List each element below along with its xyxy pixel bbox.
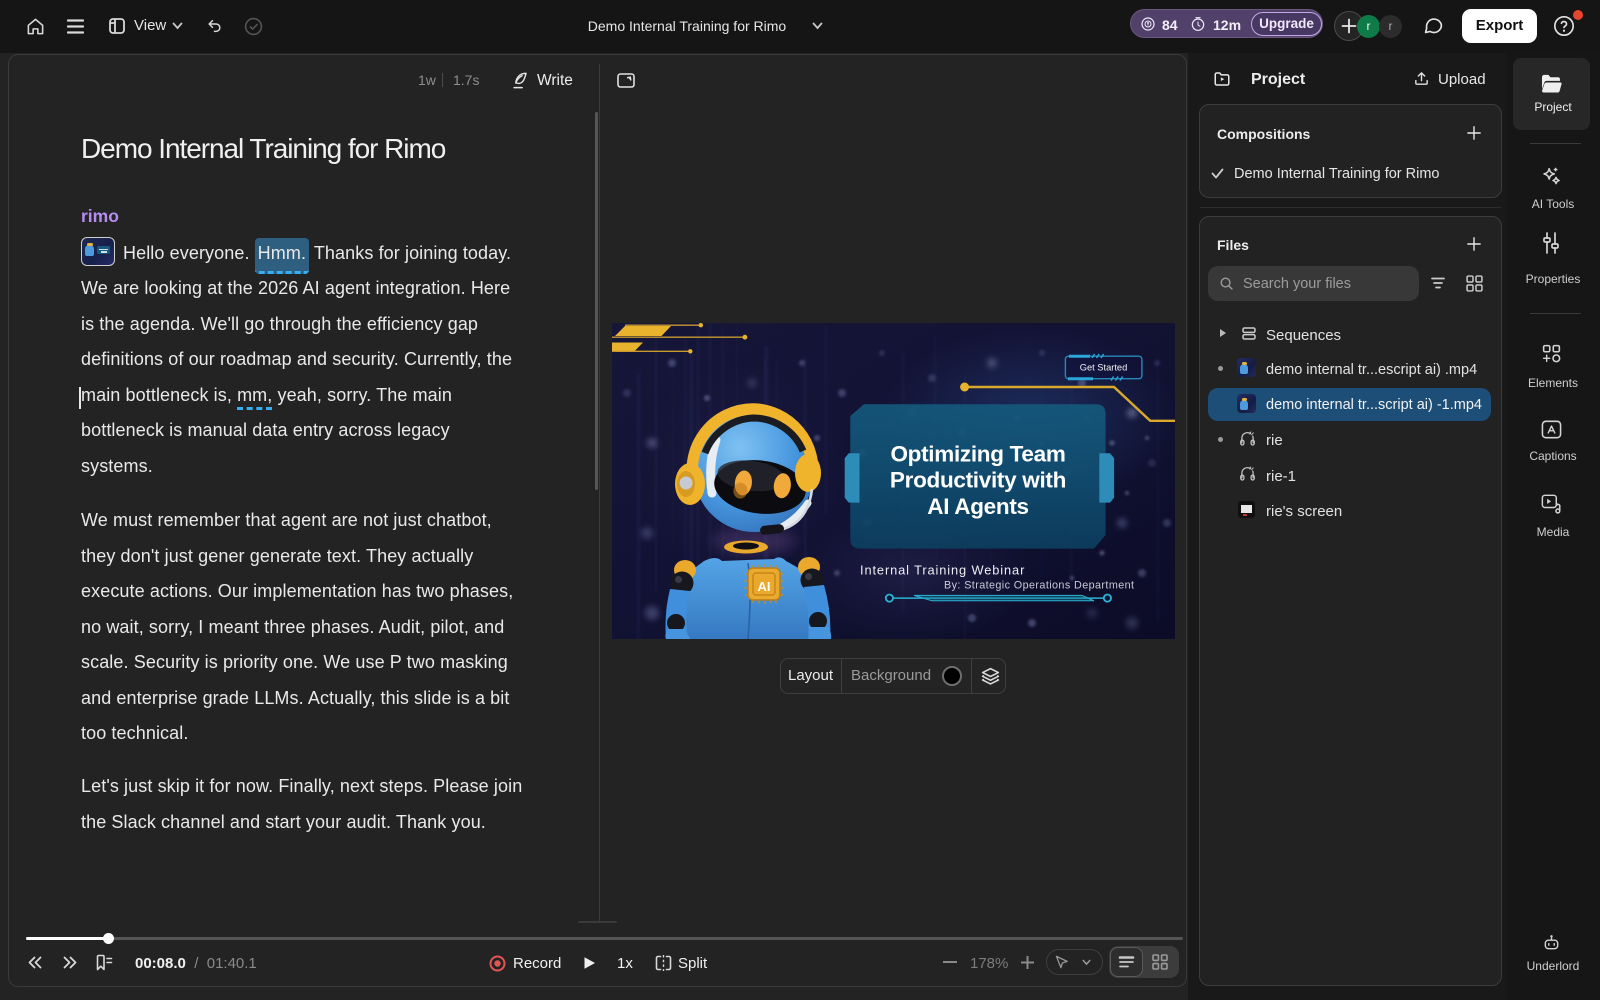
svg-text:By: Strategic Operations Depar: By: Strategic Operations Department (944, 580, 1134, 592)
svg-text:Get Started: Get Started (1080, 363, 1128, 373)
svg-text:AI: AI (758, 579, 771, 594)
svg-text:Internal Training Webinar: Internal Training Webinar (860, 563, 1025, 578)
svg-text:Productivity with: Productivity with (890, 468, 1066, 493)
svg-text:AI Agents: AI Agents (927, 494, 1028, 519)
svg-text:Optimizing Team: Optimizing Team (890, 442, 1065, 467)
